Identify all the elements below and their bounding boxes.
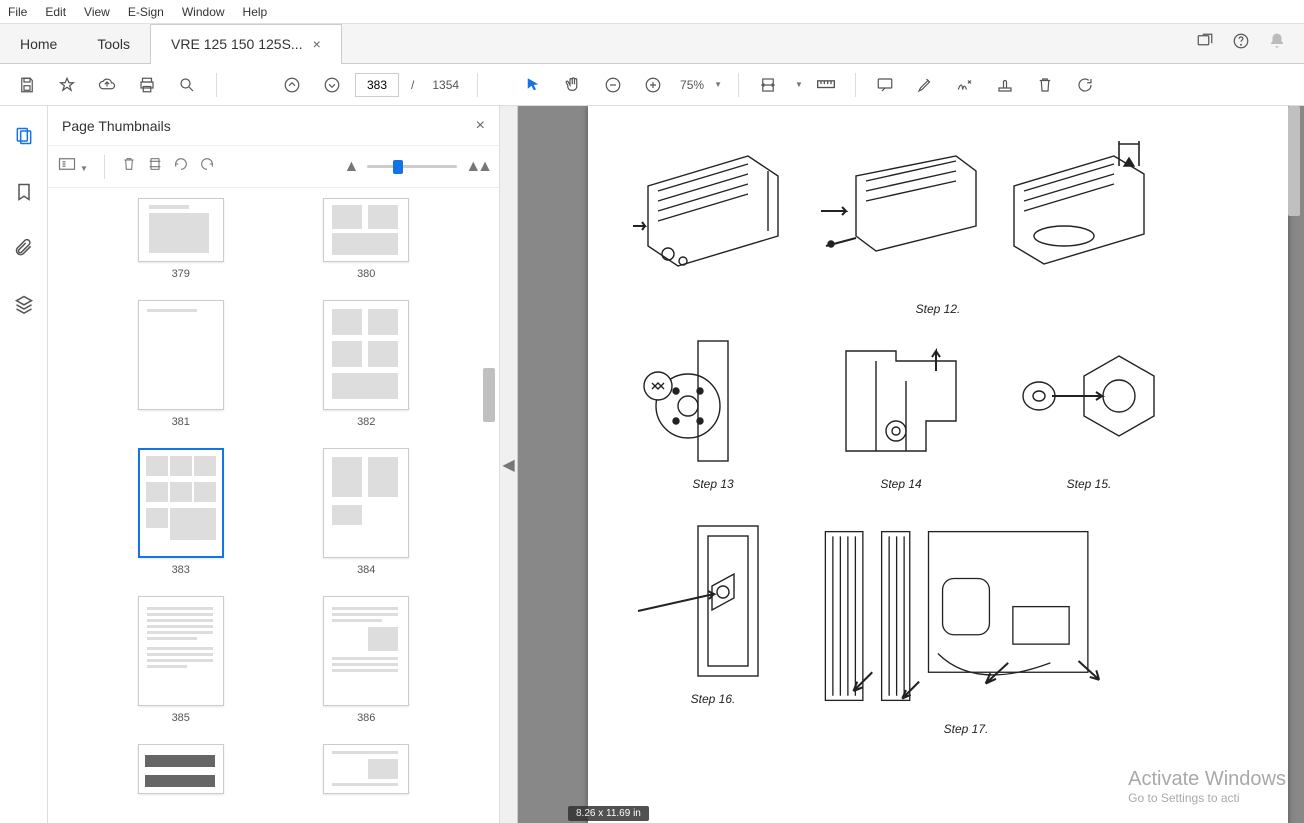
thumbnails-close-icon[interactable]: × — [476, 117, 485, 135]
thumb-385[interactable]: 385 — [88, 596, 274, 724]
toolbar: / 1354 75% ▼ ▼ — [0, 64, 1304, 106]
thumbnails-title: Page Thumbnails — [62, 118, 171, 134]
thumb-388[interactable] — [274, 744, 460, 794]
thumb-386[interactable]: 386 — [274, 596, 460, 724]
bell-icon[interactable] — [1268, 32, 1286, 55]
cursor-icon[interactable] — [516, 68, 550, 102]
menu-view[interactable]: View — [84, 5, 110, 19]
zoom-in-icon[interactable] — [636, 68, 670, 102]
trash-icon[interactable] — [1028, 68, 1062, 102]
left-rail — [0, 106, 48, 823]
search-icon[interactable] — [170, 68, 204, 102]
menu-esign[interactable]: E-Sign — [128, 5, 164, 19]
menu-window[interactable]: Window — [182, 5, 225, 19]
menu-file[interactable]: File — [8, 5, 27, 19]
thumb-small-icon: ▲ — [343, 158, 359, 176]
thumb-large-icon: ▲▲ — [465, 158, 489, 176]
zoom-value: 75% — [680, 78, 704, 92]
save-icon[interactable] — [10, 68, 44, 102]
step13-label: Step 13 — [692, 477, 733, 491]
help-icon[interactable] — [1232, 32, 1250, 55]
rotate-icon[interactable] — [1068, 68, 1102, 102]
document-scrollbar[interactable] — [1288, 106, 1302, 823]
thumb-delete-icon[interactable] — [121, 156, 137, 177]
sign-icon[interactable] — [948, 68, 982, 102]
print-icon[interactable] — [130, 68, 164, 102]
thumb-undo-icon[interactable] — [173, 156, 189, 177]
highlight-icon[interactable] — [908, 68, 942, 102]
thumb-rotate-opts-icon[interactable] — [147, 156, 163, 177]
step17-label: Step 17. — [944, 722, 989, 736]
tab-close-icon[interactable]: × — [313, 36, 321, 52]
thumbnail-grid: 379 380 381 382 383 384 385 386 — [48, 188, 499, 804]
tab-home[interactable]: Home — [0, 24, 77, 64]
bookmark-icon[interactable] — [8, 176, 40, 208]
page-number-input[interactable] — [355, 73, 399, 97]
step12-label: Step 12. — [588, 302, 1288, 316]
hand-icon[interactable] — [556, 68, 590, 102]
thumb-scrollbar[interactable] — [483, 188, 497, 823]
thumb-382[interactable]: 382 — [274, 300, 460, 428]
menu-edit[interactable]: Edit — [45, 5, 66, 19]
thumb-options-icon[interactable]: ▼ — [58, 157, 88, 176]
tab-bar: Home Tools VRE 125 150 125S... × — [0, 24, 1304, 64]
page-total: 1354 — [432, 78, 459, 92]
collapse-handle[interactable]: ◀ — [500, 106, 518, 823]
menu-help[interactable]: Help — [243, 5, 268, 19]
fit-width-icon[interactable] — [751, 68, 785, 102]
step16-label: Step 16. — [691, 692, 736, 706]
thumbnails-panel: Page Thumbnails × ▼ ▲ ▲▲ 379 380 381 382… — [48, 106, 500, 823]
thumb-384[interactable]: 384 — [274, 448, 460, 576]
layers-icon[interactable] — [8, 288, 40, 320]
thumb-redo-icon[interactable] — [199, 156, 215, 177]
document-view[interactable]: Step 12. Step 13 Step 14 Step 15. Step 1… — [518, 106, 1304, 823]
thumb-381[interactable]: 381 — [88, 300, 274, 428]
tab-document[interactable]: VRE 125 150 125S... × — [150, 24, 342, 64]
attachment-icon[interactable] — [8, 232, 40, 264]
page-up-icon[interactable] — [275, 68, 309, 102]
stamp-icon[interactable] — [988, 68, 1022, 102]
tab-document-label: VRE 125 150 125S... — [171, 36, 303, 52]
page-down-icon[interactable] — [315, 68, 349, 102]
thumb-379[interactable]: 379 — [88, 198, 274, 280]
cloud-upload-icon[interactable] — [90, 68, 124, 102]
thumb-387[interactable] — [88, 744, 274, 794]
chevron-down-icon: ▼ — [714, 80, 722, 89]
comment-icon[interactable] — [868, 68, 902, 102]
share-icon[interactable] — [1196, 32, 1214, 55]
zoom-out-icon[interactable] — [596, 68, 630, 102]
zoom-select[interactable]: 75% ▼ — [676, 74, 726, 96]
menu-bar: File Edit View E-Sign Window Help — [0, 0, 1304, 24]
page-separator: / — [411, 78, 414, 92]
thumbnails-icon[interactable] — [8, 120, 40, 152]
ruler-icon[interactable] — [809, 68, 843, 102]
thumb-size-slider[interactable] — [367, 165, 457, 168]
thumb-380[interactable]: 380 — [274, 198, 460, 280]
document-page: Step 12. Step 13 Step 14 Step 15. Step 1… — [588, 106, 1288, 823]
step15-label: Step 15. — [1067, 477, 1112, 491]
star-icon[interactable] — [50, 68, 84, 102]
fit-dropdown-icon[interactable]: ▼ — [795, 80, 803, 89]
thumb-383[interactable]: 383 — [88, 448, 274, 576]
tab-tools[interactable]: Tools — [77, 24, 150, 64]
step14-label: Step 14 — [880, 477, 921, 491]
page-dimensions: 8.26 x 11.69 in — [568, 806, 649, 821]
main-area: Page Thumbnails × ▼ ▲ ▲▲ 379 380 381 382… — [0, 106, 1304, 823]
